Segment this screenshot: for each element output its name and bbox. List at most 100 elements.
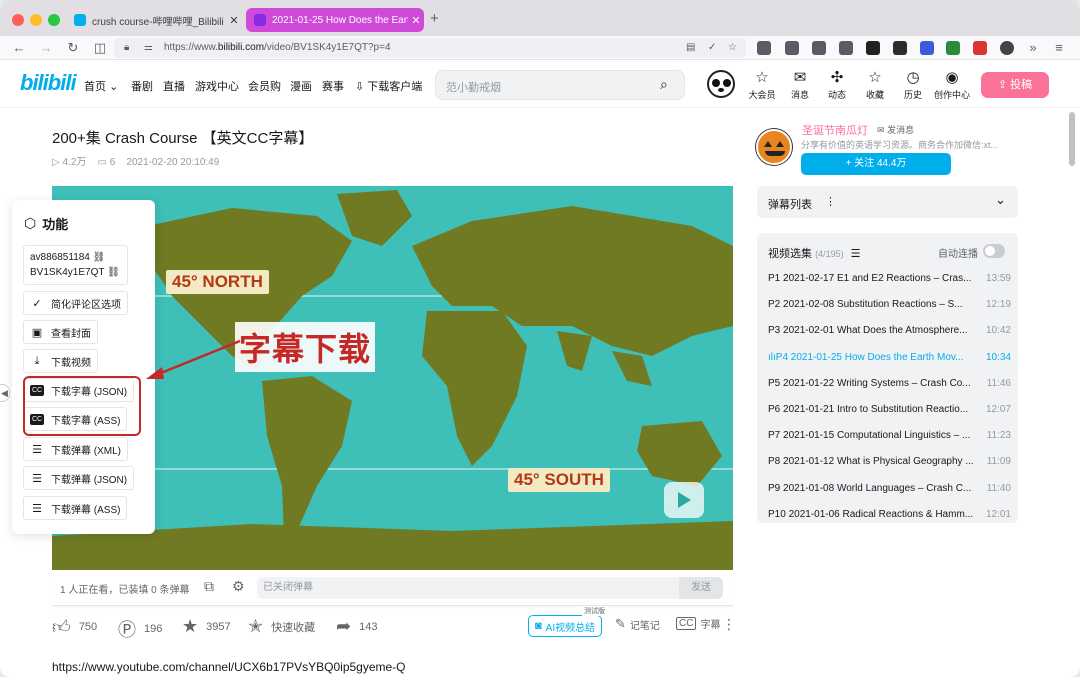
like-button[interactable]: 👍︎ 750 — [52, 616, 97, 638]
extension-icon[interactable] — [920, 41, 934, 55]
playlist-item[interactable]: P10 2021-01-06 Radical Reactions & Hamm.… — [768, 509, 1011, 531]
danmaku-list-panel[interactable]: 弹幕列表 ⋮ ⌄ — [757, 186, 1018, 218]
ai-summary-button[interactable]: ◙ AI视频总结 — [528, 615, 603, 637]
playlist-item[interactable]: P3 2021-02-01 What Does the Atmosphere..… — [768, 325, 1011, 347]
nav-live[interactable]: 直播 — [163, 78, 185, 94]
share-button[interactable]: ➦ 143 — [336, 616, 377, 637]
extension-icon[interactable] — [866, 41, 880, 55]
callout-arrow — [146, 339, 241, 379]
page-scrollbar[interactable] — [1069, 112, 1075, 166]
avatar[interactable] — [707, 70, 735, 98]
uploader-avatar[interactable] — [756, 129, 792, 165]
send-danmaku-button[interactable]: 发送 — [679, 577, 723, 599]
playlist-item[interactable]: P2 2021-02-08 Substitution Reactions – S… — [768, 299, 1011, 321]
video-id-box: av886851184 ⛓ BV1SK4y1E7QT ⛓ — [23, 245, 128, 285]
playlist-item[interactable]: P5 2021-01-22 Writing Systems – Crash Co… — [768, 378, 1011, 400]
view-cover-button[interactable]: ▣ 查看封面 — [23, 320, 98, 344]
panel-collapse-handle[interactable]: ◀ — [0, 384, 10, 402]
link-icon[interactable]: ⛓ — [93, 252, 106, 263]
menu-icon[interactable]: ≡ — [1050, 39, 1068, 57]
extension-icon[interactable] — [893, 41, 907, 55]
overflow-icon[interactable]: » — [1024, 39, 1042, 57]
subtitle-button[interactable]: CC 字幕 — [676, 616, 720, 631]
playlist-item[interactable]: ılı P4 2021-01-25 How Does the Earth Mov… — [768, 352, 1011, 374]
playlist-item[interactable]: P1 2021-02-17 E1 and E2 Reactions – Cras… — [768, 273, 1011, 295]
url-bar[interactable]: 🔒︎ ⚌ https://www.bilibili.com/video/BV1S… — [114, 38, 746, 58]
link-icon[interactable]: ⛓ — [107, 267, 120, 278]
vip-link[interactable]: ☆ 大会员 — [745, 70, 779, 101]
minimize-window-button[interactable] — [30, 14, 42, 26]
download-danmaku-json-button[interactable]: ☰ 下载弹幕 (JSON) — [23, 466, 135, 490]
dynamics-link[interactable]: ✣ 动态 — [820, 70, 854, 101]
autoplay-toggle[interactable] — [983, 244, 1005, 258]
danmaku-settings-icon[interactable]: ⚙ — [232, 578, 245, 595]
nav-manga[interactable]: 漫画 — [290, 78, 312, 94]
share-count: 143 — [359, 620, 378, 633]
send-message-link[interactable]: ✉ 发消息 — [877, 123, 914, 136]
tab-search[interactable]: crush course-哔哩哔哩_Bilibili ✕ — [66, 8, 242, 32]
favorite-button[interactable]: ★ 3957 — [182, 616, 231, 637]
video-description: https://www.youtube.com/channel/UCX6b17P… — [52, 660, 406, 674]
search-input[interactable]: 范小勤戒烟 ⌕ — [435, 70, 685, 100]
camera-icon[interactable] — [812, 41, 826, 55]
extension-icon[interactable] — [757, 41, 771, 55]
upload-button[interactable]: ⇪ 投稿 — [981, 72, 1049, 98]
chevron-down-icon[interactable]: ⌄ — [995, 192, 1006, 208]
list-icon[interactable]: ☰ — [851, 248, 861, 260]
more-icon[interactable]: ⋮ — [825, 195, 836, 208]
nav-esports[interactable]: 赛事 — [322, 78, 344, 94]
nav-anime[interactable]: 番剧 — [131, 78, 153, 94]
tab-video[interactable]: 2021-01-25 How Does the Earth Mo ✕ — [246, 8, 424, 32]
close-window-button[interactable] — [12, 14, 24, 26]
download-icon[interactable] — [785, 41, 799, 55]
star-plus-icon: ✭ — [248, 616, 264, 636]
feature-button-label: 下载视频 — [51, 357, 91, 369]
rocket-icon[interactable] — [839, 41, 853, 55]
permissions-icon[interactable]: ⚌ — [144, 38, 153, 58]
tab-close-icon[interactable]: ✕ — [408, 14, 424, 27]
autoplay-label: 自动连播 — [938, 249, 978, 260]
check-icon[interactable]: ✓ — [708, 38, 716, 58]
simplify-comments-button[interactable]: ✓ 简化评论区选项 — [23, 291, 128, 315]
playlist-item[interactable]: P9 2021-01-08 World Languages – Crash C.… — [768, 483, 1011, 505]
extension-icon[interactable] — [946, 41, 960, 55]
playlist-item[interactable]: P7 2021-01-15 Computational Linguistics … — [768, 430, 1011, 452]
favorites-link[interactable]: ☆ 收藏 — [858, 70, 892, 101]
forward-icon[interactable]: → — [37, 39, 55, 57]
back-icon[interactable]: ← — [10, 39, 28, 57]
follow-button[interactable]: + 关注 44.4万 — [801, 153, 951, 175]
extension-icon[interactable] — [1000, 41, 1014, 55]
reload-icon[interactable]: ↻ — [64, 39, 82, 57]
history-link[interactable]: ◷ 历史 — [896, 70, 930, 101]
nav-download-client[interactable]: ⇩ 下载客户端 — [355, 78, 422, 94]
new-tab-button[interactable]: + — [430, 10, 439, 27]
sidebar-icon[interactable]: ◫ — [91, 39, 109, 57]
more-icon[interactable]: ⋮ — [722, 616, 736, 633]
quick-favorite-button[interactable]: ✭ 快速收藏 — [248, 616, 315, 637]
download-danmaku-ass-button[interactable]: ☰ 下载弹幕 (ASS) — [23, 496, 128, 520]
nav-shop[interactable]: 会员购 — [248, 78, 281, 94]
maximize-window-button[interactable] — [48, 14, 60, 26]
uploader-name[interactable]: 圣诞节南瓜灯 — [802, 122, 868, 138]
creator-center-link[interactable]: ◉ 创作中心 — [932, 70, 972, 101]
danmaku-toggle-icon[interactable]: ⧉ — [204, 578, 214, 595]
playlist-item[interactable]: P8 2021-01-12 What is Physical Geography… — [768, 456, 1011, 478]
playlist-item[interactable]: P6 2021-01-21 Intro to Substitution Reac… — [768, 404, 1011, 426]
notes-button[interactable]: ✎ 记笔记 — [615, 616, 660, 632]
bookmark-star-icon[interactable]: ☆ — [728, 38, 737, 58]
nav-games[interactable]: 游戏中心 — [195, 78, 239, 94]
nav-home[interactable]: 首页 ⌄ — [84, 78, 118, 94]
danmaku-input[interactable]: 已关闭弹幕 发送 — [257, 577, 723, 599]
download-danmaku-xml-button[interactable]: ☰ 下载弹幕 (XML) — [23, 437, 128, 461]
notes-label: 记笔记 — [629, 620, 660, 632]
tab-close-icon[interactable]: ✕ — [226, 14, 242, 27]
pocket-icon[interactable] — [973, 41, 987, 55]
bilibili-logo[interactable]: bilibili — [20, 70, 77, 96]
messages-link[interactable]: ✉ 消息 — [783, 70, 817, 101]
reader-icon[interactable]: ▤ — [686, 38, 695, 58]
search-icon[interactable]: ⌕ — [660, 76, 668, 93]
coin-button[interactable]: Ⓟ 196 — [118, 616, 162, 642]
download-video-button[interactable]: ⤓ 下载视频 — [23, 349, 98, 373]
bv-id[interactable]: BV1SK4y1E7QT ⛓ — [30, 265, 121, 280]
av-id[interactable]: av886851184 ⛓ — [30, 250, 121, 265]
